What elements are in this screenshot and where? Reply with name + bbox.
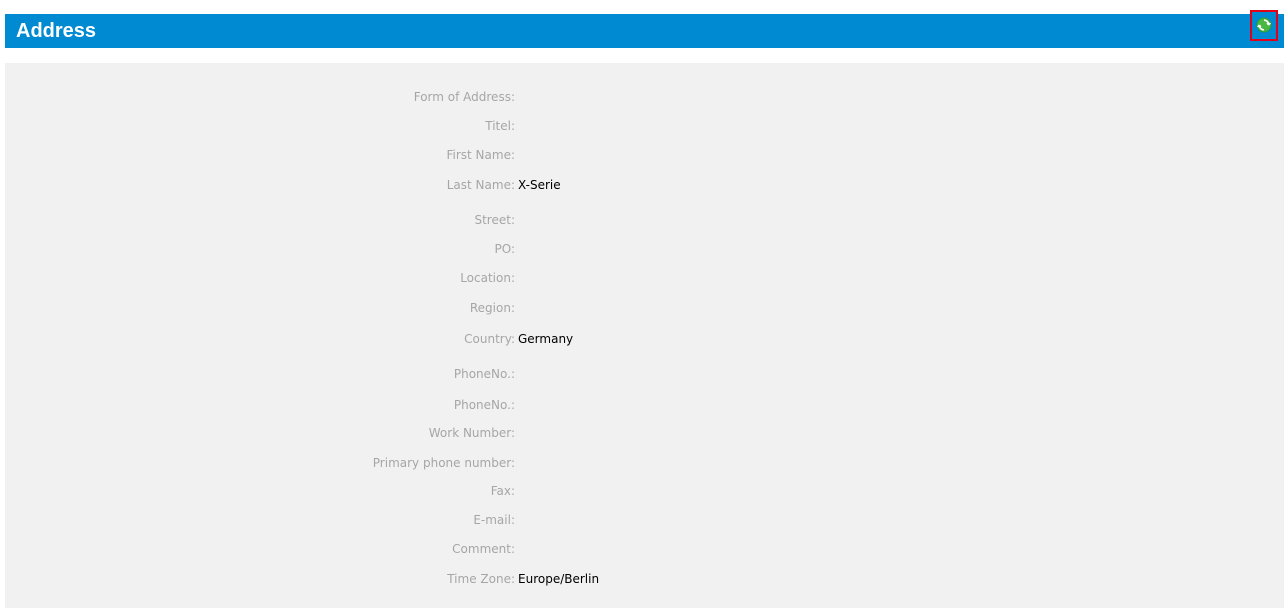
field-label: Titel: [485, 119, 515, 133]
field-label: Location: [460, 271, 515, 285]
field-street: Street: [5, 210, 1284, 230]
field-title: Titel: [5, 116, 1284, 136]
field-phone-1: PhoneNo.: [5, 364, 1284, 384]
field-primary-phone: Primary phone number: [5, 453, 1284, 473]
field-region: Region: [5, 298, 1284, 318]
field-label: PO: [494, 242, 515, 256]
field-phone-2: PhoneNo.: [5, 395, 1284, 415]
field-label: First Name: [446, 148, 515, 162]
field-po: PO: [5, 239, 1284, 259]
field-label: Time Zone: [447, 572, 515, 586]
field-email: E-mail: [5, 510, 1284, 530]
field-label: Last Name: [446, 178, 515, 192]
address-panel: Form of Address: Titel: First Name: Last… [5, 63, 1284, 608]
field-location: Location: [5, 268, 1284, 288]
field-work-number: Work Number: [5, 423, 1284, 443]
field-label: PhoneNo.: [453, 367, 515, 381]
field-first-name: First Name: [5, 145, 1284, 165]
field-country: Country: Germany [5, 329, 1284, 349]
field-label: Primary phone number: [372, 456, 515, 470]
field-label: Comment: [452, 542, 515, 556]
section-title: Address [16, 20, 97, 42]
field-comment: Comment: [5, 539, 1284, 559]
field-value: Germany [518, 332, 574, 346]
field-value: X-Serie [518, 178, 561, 192]
field-label: E-mail: [473, 513, 515, 527]
field-last-name: Last Name: X-Serie [5, 175, 1284, 195]
refresh-button[interactable] [1250, 10, 1278, 41]
address-header: Address [5, 14, 1284, 48]
field-label: Region: [469, 301, 515, 315]
field-label: Street: [474, 213, 515, 227]
field-label: Form of Address: [413, 90, 515, 104]
field-label: Work Number: [428, 426, 515, 440]
refresh-icon [1256, 17, 1272, 33]
field-fax: Fax: [5, 481, 1284, 501]
field-value: Europe/Berlin [518, 572, 600, 586]
field-time-zone: Time Zone: Europe/Berlin [5, 569, 1284, 589]
field-label: PhoneNo.: [453, 398, 515, 412]
field-label: Fax: [490, 484, 515, 498]
field-label: Country: [464, 332, 515, 346]
field-form-of-address: Form of Address: [5, 87, 1284, 107]
